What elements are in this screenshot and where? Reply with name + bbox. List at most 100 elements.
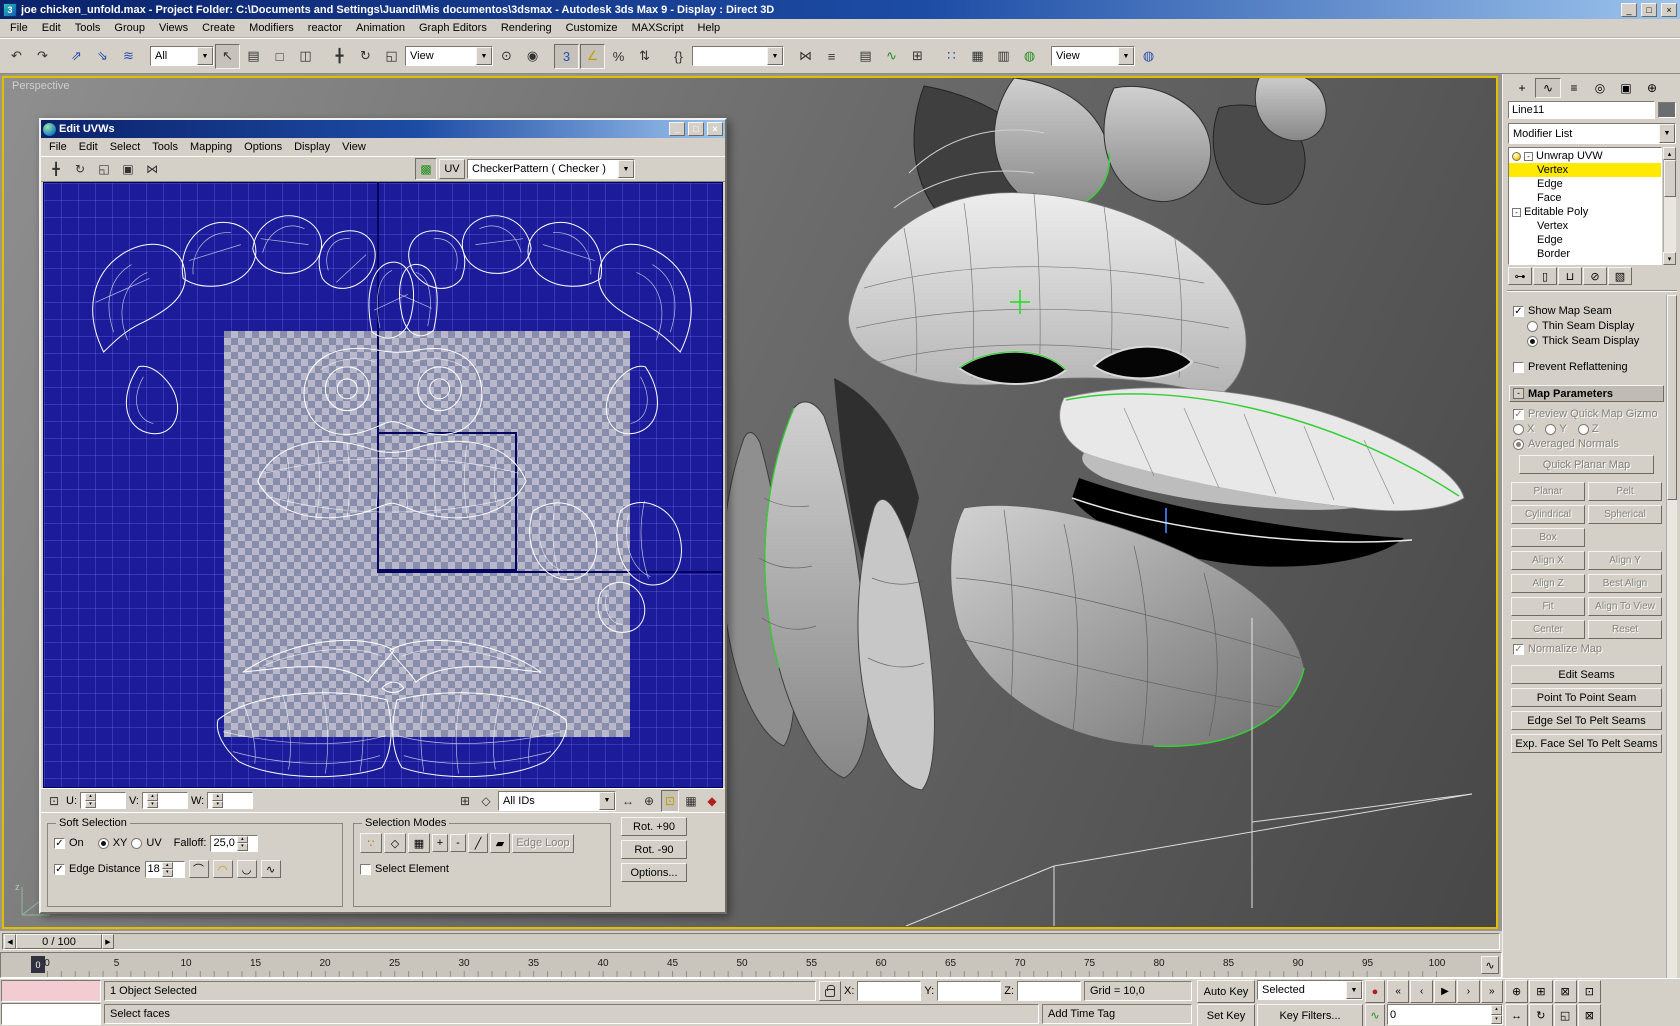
uvw-close-button[interactable]: ×	[707, 122, 723, 136]
spin-down-icon[interactable]: ▾	[236, 843, 248, 851]
xy-radio[interactable]	[97, 837, 109, 849]
align-icon[interactable]: ≡	[819, 44, 844, 69]
averaged-normals-radio[interactable]	[1513, 438, 1524, 450]
menu-animation[interactable]: Animation	[349, 20, 412, 36]
track-bar[interactable]: 0 0 5 10 15 20 25 30 35 40 45 50 55 60 65 70 75 80 85 90 95…	[0, 952, 1502, 978]
shrink-selection-button[interactable]: -	[450, 834, 466, 852]
scroll-down-icon[interactable]: ▾	[1663, 252, 1676, 265]
uv-gizmo-icon[interactable]: ◇	[477, 790, 495, 812]
pin-stack-icon[interactable]: ⊶	[1508, 267, 1532, 285]
exp-face-sel-to-pelt-seams-button[interactable]: Exp. Face Sel To Pelt Seams	[1511, 734, 1662, 753]
minimize-button[interactable]: _	[1621, 2, 1637, 17]
menu-file[interactable]: File	[3, 20, 35, 36]
dropdown-arrow-icon[interactable]: ▼	[476, 47, 492, 65]
uvw-menu-edit[interactable]: Edit	[73, 140, 104, 154]
configure-modifier-sets-icon[interactable]: ▧	[1608, 267, 1632, 285]
spherical-button[interactable]: Spherical	[1588, 505, 1662, 524]
paint-select-options-icon[interactable]: ▰	[490, 833, 510, 853]
dropdown-arrow-icon[interactable]: ▼	[618, 160, 634, 178]
uv-zoom-icon[interactable]: ⊕	[640, 790, 658, 812]
select-element-checkbox[interactable]	[360, 863, 371, 875]
paint-select-icon[interactable]: ╱	[468, 833, 488, 853]
menu-reactor[interactable]: reactor	[301, 20, 349, 36]
previous-frame-icon[interactable]: ‹	[1410, 980, 1433, 1003]
set-key-button[interactable]: Set Key	[1197, 1004, 1255, 1026]
planar-button[interactable]: Planar	[1511, 482, 1585, 501]
texture-pattern-dropdown[interactable]: CheckerPattern ( Checker ) ▼	[467, 159, 635, 179]
go-to-end-icon[interactable]: »	[1480, 980, 1504, 1003]
uvw-menu-mapping[interactable]: Mapping	[184, 140, 238, 154]
add-time-tag-field[interactable]: Add Time Tag	[1042, 1004, 1192, 1024]
stack-item-border[interactable]: Border	[1509, 247, 1661, 261]
select-and-scale-icon[interactable]: ◱	[379, 44, 404, 69]
uvw-scale-icon[interactable]: ◱	[93, 158, 115, 180]
grow-selection-button[interactable]: +	[432, 834, 448, 852]
uv-coords-button[interactable]: UV	[439, 159, 465, 179]
u-field[interactable]: ▴ ▾	[80, 792, 126, 809]
spinner-snap-icon[interactable]: ⇅	[632, 44, 657, 69]
stack-item-vertex[interactable]: Vertex	[1509, 163, 1661, 177]
tab-display-icon[interactable]: ▣	[1613, 78, 1639, 98]
menu-group[interactable]: Group	[107, 20, 152, 36]
arc-rotate-icon[interactable]: ↻	[1529, 1004, 1553, 1026]
uvw-titlebar[interactable]: Edit UVWs _ □ ×	[41, 120, 725, 138]
show-end-result-icon[interactable]: ▯	[1533, 267, 1557, 285]
uv-radio[interactable]	[131, 837, 143, 849]
dropdown-arrow-icon[interactable]: ▼	[1659, 124, 1675, 143]
align-z-button[interactable]: Align Z	[1511, 574, 1585, 593]
rotate-minus-90-button[interactable]: Rot. -90	[621, 840, 687, 859]
face-mode-icon[interactable]: ▦	[408, 833, 430, 853]
render-view-dropdown[interactable]: View ▼	[1051, 46, 1135, 66]
uv-snap-icon[interactable]: ▦	[682, 790, 700, 812]
unlink-selection-icon[interactable]: ⇘	[90, 44, 115, 69]
time-forward-icon[interactable]: ▶	[102, 934, 114, 949]
falloff-curve-3-icon[interactable]: ◡	[236, 860, 257, 878]
cylindrical-button[interactable]: Cylindrical	[1511, 505, 1585, 524]
edit-uvws-window[interactable]: Edit UVWs _ □ × File Edit Select Tools Mappi…	[39, 118, 727, 914]
align-x-button[interactable]: Align X	[1511, 551, 1585, 570]
box-button[interactable]: Box	[1511, 528, 1585, 547]
uv-pan-icon[interactable]: ↔	[619, 790, 637, 812]
options-button[interactable]: Options...	[621, 863, 687, 882]
menu-create[interactable]: Create	[195, 20, 242, 36]
dropdown-arrow-icon[interactable]: ▼	[1346, 981, 1362, 999]
uv-editor-canvas[interactable]	[43, 182, 723, 788]
edit-named-sets-icon[interactable]: {}	[666, 44, 691, 69]
bind-to-spacewarp-icon[interactable]: ≋	[116, 44, 141, 69]
uvw-menu-file[interactable]: File	[43, 140, 73, 154]
uv-lock-icon[interactable]: ⊞	[456, 790, 474, 812]
uvw-menu-options[interactable]: Options	[238, 140, 288, 154]
dropdown-arrow-icon[interactable]: ▼	[197, 47, 213, 65]
rotate-plus-90-button[interactable]: Rot. +90	[621, 817, 687, 836]
mirror-icon[interactable]: ⋈	[793, 44, 818, 69]
select-and-manipulate-icon[interactable]: ◉	[520, 44, 545, 69]
uvw-menu-display[interactable]: Display	[288, 140, 336, 154]
uvw-mirror-icon[interactable]: ⋈	[141, 158, 163, 180]
uvw-move-icon[interactable]: ╋	[45, 158, 67, 180]
thin-seam-radio[interactable]	[1527, 320, 1538, 332]
menu-tools[interactable]: Tools	[68, 20, 108, 36]
close-button[interactable]: ×	[1661, 2, 1677, 17]
percent-snap-icon[interactable]: %	[606, 44, 631, 69]
zoom-icon[interactable]: ⊕	[1505, 980, 1529, 1003]
scroll-thumb[interactable]	[1664, 160, 1676, 197]
stack-item-editable-poly[interactable]: - Editable Poly	[1509, 205, 1661, 219]
dropdown-arrow-icon[interactable]: ▼	[767, 47, 783, 65]
key-mode-dropdown[interactable]: Selected ▼	[1257, 980, 1363, 1000]
spin-up-icon[interactable]: ▴	[161, 861, 173, 869]
current-frame-field[interactable]: 0 ▴ ▾	[1387, 1004, 1503, 1025]
spin-down-icon[interactable]: ▾	[85, 800, 96, 808]
stack-item-face[interactable]: Face	[1509, 191, 1661, 205]
maximize-viewport-icon[interactable]: ◱	[1553, 1004, 1577, 1026]
render-frame-window-icon[interactable]: ▥	[991, 44, 1016, 69]
falloff-curve-4-icon[interactable]: ∿	[260, 860, 281, 878]
key-filters-button[interactable]: Key Filters...	[1257, 1004, 1363, 1026]
tab-hierarchy-icon[interactable]: ≡	[1561, 78, 1587, 98]
uvw-menu-select[interactable]: Select	[104, 140, 147, 154]
curve-editor-icon[interactable]: ∿	[879, 44, 904, 69]
falloff-curve-1-icon[interactable]: ⌒	[188, 860, 209, 878]
pelt-button[interactable]: Pelt	[1588, 482, 1662, 501]
layer-manager-icon[interactable]: ▤	[853, 44, 878, 69]
maximize-button[interactable]: □	[1641, 2, 1657, 17]
window-crossing-icon[interactable]: ◫	[293, 44, 318, 69]
